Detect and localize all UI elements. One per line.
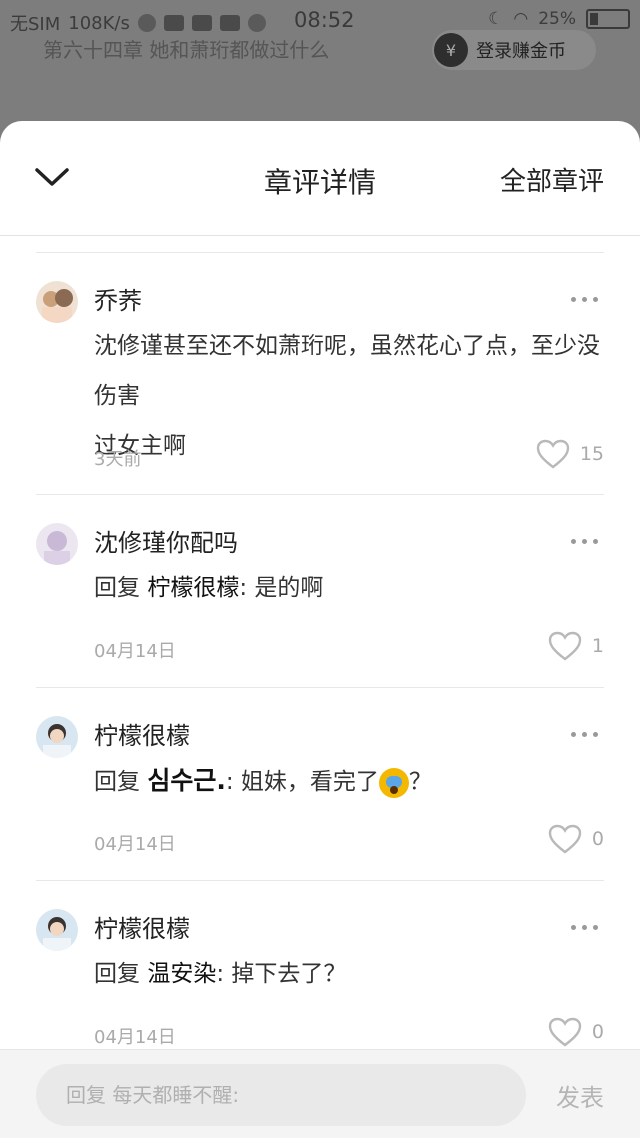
reply-prefix: 回复 [94,769,140,795]
reply-target-user[interactable]: 温安染 [147,961,216,987]
comment-text: 回复 温安染: 掉下去了？ [94,949,346,999]
more-options-icon[interactable] [571,297,598,302]
chapter-comments-sheet: 章评详情 全部章评 乔荞 沈修谨甚至还不如萧珩呢，虽然花心了点，至少没伤害 过女… [0,121,640,1138]
more-options-icon[interactable] [571,539,598,544]
reply-content: : 姐妹，看完了 [225,769,379,795]
reply-content: : 掉下去了？ [216,961,347,987]
like-count: 15 [579,443,604,465]
wifi-icon: ◠ [513,9,529,29]
comment-username[interactable]: 沈修瑾你配吗 [94,523,238,558]
wechat-icon [219,15,240,31]
carrier-label: 无SIM [10,14,61,35]
comment-username[interactable]: 柠檬很檬 [94,716,190,751]
reply-target-user[interactable]: 심수근. [147,766,226,795]
comment-text-line: 过女主啊 [94,433,186,459]
status-dot-icon [247,14,266,32]
avatar[interactable] [36,909,78,951]
comment-date: 3天前 [94,449,142,470]
reply-content: : 是的啊 [239,575,324,601]
reply-prefix: 回复 [94,575,140,601]
comment-text-line: 沈修谨甚至还不如萧珩呢，虽然花心了点，至少没伤害 [94,333,600,409]
reply-target-user[interactable]: 柠檬很檬 [147,575,239,601]
moon-icon: ☾ [488,9,504,29]
reply-input-bar: 发表 [0,1049,640,1138]
clock: 08:52 [294,8,355,32]
network-speed: 108K/s [68,12,130,34]
battery-percent: 25% [538,9,576,29]
comment-date: 04月14日 [94,1027,176,1048]
heart-icon [548,631,582,661]
like-button[interactable]: 1 [548,631,604,661]
heart-icon [548,824,582,854]
like-button[interactable]: 0 [548,1017,604,1047]
comment-item: 柠檬很檬 回复 温安染: 掉下去了？ 04月14日 0 [36,881,604,1073]
mail-icon [163,15,184,31]
send-button[interactable]: 发表 [556,1078,604,1113]
comment-item: 柠檬很檬 回复 심수근.: 姐妹，看完了 ？ 04月14日 0 [36,688,604,881]
like-count: 0 [591,828,604,850]
notification-dot-icon [137,14,156,32]
comment-date: 04月14日 [94,641,176,662]
all-comments-button[interactable]: 全部章评 [500,161,604,198]
avatar[interactable] [36,281,78,323]
speaker-icon [191,15,212,31]
coin-icon: ¥ [434,33,468,67]
reply-input[interactable] [36,1064,526,1126]
comment-username[interactable]: 柠檬很檬 [94,909,190,944]
sheet-header: 章评详情 全部章评 [0,121,640,236]
chapter-title: 第六十四章 她和萧珩都做过什么 [43,38,330,62]
avatar[interactable] [36,716,78,758]
battery-icon [586,9,630,29]
screaming-emoji-icon [378,767,409,798]
earn-coins-label: 登录赚金币 [476,41,566,62]
more-options-icon[interactable] [571,925,598,930]
comment-date: 04月14日 [94,834,176,855]
like-button[interactable]: 0 [548,824,604,854]
comment-text: 沈修谨甚至还不如萧珩呢，虽然花心了点，至少没伤害 过女主啊 [94,321,604,471]
reply-content-tail: ？ [408,769,432,795]
avatar[interactable] [36,523,78,565]
earn-coins-button[interactable]: ¥ 登录赚金币 [432,30,596,70]
more-options-icon[interactable] [571,732,598,737]
like-count: 0 [591,1021,604,1043]
comment-item: 乔荞 沈修谨甚至还不如萧珩呢，虽然花心了点，至少没伤害 过女主啊 3天前 15 [36,253,604,495]
like-button[interactable]: 15 [536,439,604,469]
like-count: 1 [591,635,604,657]
comment-text: 回复 심수근.: 姐妹，看完了 ？ [94,756,432,807]
heart-icon [536,439,570,469]
comment-list: 乔荞 沈修谨甚至还不如萧珩呢，虽然花心了点，至少没伤害 过女主啊 3天前 15 … [36,252,604,1073]
comment-text: 回复 柠檬很檬: 是的啊 [94,563,323,613]
heart-icon [548,1017,582,1047]
comment-item: 沈修瑾你配吗 回复 柠檬很檬: 是的啊 04月14日 1 [36,495,604,688]
reply-prefix: 回复 [94,961,140,987]
comment-username[interactable]: 乔荞 [94,281,142,316]
